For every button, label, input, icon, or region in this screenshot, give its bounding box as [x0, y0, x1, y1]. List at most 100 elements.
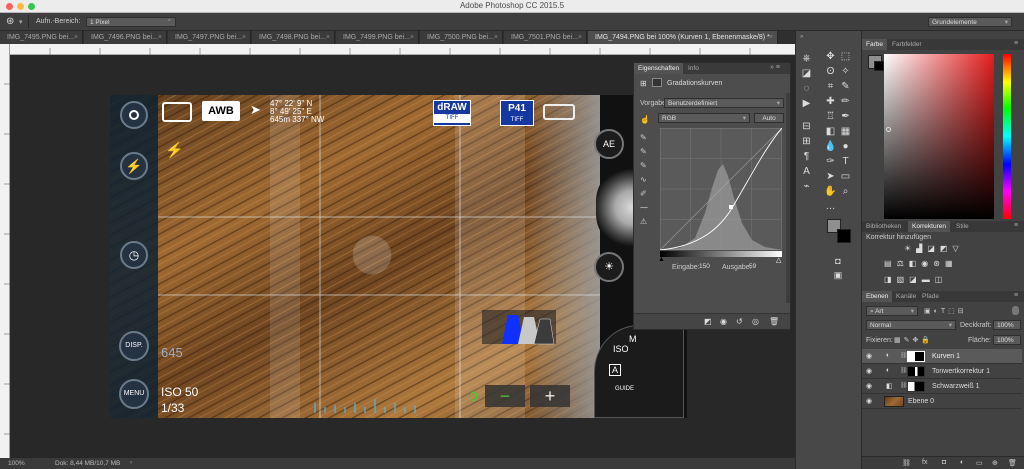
timer-button[interactable]: ◷	[120, 241, 148, 269]
chevron-right-icon[interactable]: ›	[130, 459, 132, 466]
hue-sat-icon[interactable]: ▤	[884, 259, 897, 268]
align-icon[interactable]: ⊞	[799, 134, 814, 149]
tab-properties[interactable]: Eigenschaften	[634, 63, 684, 74]
close-icon[interactable]: ×	[578, 31, 582, 44]
close-icon[interactable]: ×	[769, 31, 773, 44]
curves-adj-icon[interactable]: ◪	[927, 244, 940, 253]
zoom-tool-icon[interactable]: ⌕	[838, 184, 853, 199]
smart-filter-icon[interactable]: ⊟	[958, 308, 967, 315]
shape-tool-icon[interactable]: ▭	[838, 169, 853, 184]
close-icon[interactable]: ×	[242, 31, 246, 44]
add-mask-icon[interactable]: ◘	[942, 459, 946, 466]
mask-icon[interactable]	[652, 78, 662, 87]
quick-select-tool-icon[interactable]: ✧	[838, 64, 853, 79]
trash-icon[interactable]: 🗑	[769, 317, 779, 326]
gradient-tool-icon[interactable]: ▦	[838, 124, 853, 139]
exposure-plus-button[interactable]: +	[530, 385, 570, 407]
opacity-field[interactable]: 100%	[993, 320, 1021, 330]
tab-img-7498[interactable]: IMG_7498.PNG bei... ×	[252, 31, 335, 44]
levels-icon[interactable]: ▟	[916, 244, 927, 253]
color-sampler-icon[interactable]: ⊛	[6, 16, 14, 27]
layer-mask-thumbnail[interactable]	[907, 366, 925, 377]
crop-tool-icon[interactable]: ⌗	[823, 79, 838, 94]
layer-thumbnail[interactable]	[884, 396, 904, 407]
tab-adjustments[interactable]: Korrekturen	[908, 221, 950, 232]
layer-row-tonwert[interactable]: ◉ ◐ ⛓ Tonwertkorrektur 1	[862, 364, 1022, 379]
tab-color[interactable]: Farbe	[862, 39, 887, 50]
scrollbar[interactable]	[786, 93, 790, 303]
hue-slider[interactable]	[1003, 54, 1011, 219]
history-brush-tool-icon[interactable]: ✒	[838, 109, 853, 124]
color-field[interactable]	[884, 54, 994, 219]
panel-menu-icon[interactable]: ≡	[1014, 40, 1018, 47]
adjust-filter-icon[interactable]: ◐	[934, 308, 941, 315]
tab-img-7495[interactable]: IMG_7495.PNG bei... ×	[0, 31, 83, 44]
tab-layers[interactable]: Ebenen	[862, 291, 893, 302]
eye-icon[interactable]: ◉	[866, 352, 872, 360]
tab-swatches[interactable]: Farbfelder	[888, 39, 926, 50]
tab-img-7494-active[interactable]: IMG_7494.PNG bei 100% (Kurven 1, Ebenenm…	[588, 31, 778, 44]
white-point-slider[interactable]: △	[776, 256, 781, 264]
clipping-icon[interactable]: ⚠	[640, 215, 650, 229]
trash-icon[interactable]: 🗑	[1008, 459, 1017, 467]
tab-channels[interactable]: Kanäle	[892, 291, 920, 302]
tab-img-7497[interactable]: IMG_7497.PNG bei... ×	[168, 31, 251, 44]
history-icon[interactable]: ⎈	[799, 51, 814, 66]
blend-mode-select[interactable]: Normal ▾	[866, 320, 956, 330]
lock-all-icon[interactable]: 🔒	[921, 337, 933, 344]
new-group-icon[interactable]: ▭	[976, 459, 983, 467]
color-bg-swatch[interactable]	[874, 61, 884, 71]
tab-info[interactable]: Info	[684, 63, 703, 74]
lasso-tool-icon[interactable]: ʘ	[823, 64, 838, 79]
collapse-icon[interactable]: »	[800, 34, 803, 40]
layer-row-kurven[interactable]: ◉ ◐ ⛓ Kurven 1	[862, 349, 1022, 364]
lock-pixels-icon[interactable]: ▦	[894, 337, 904, 344]
gradient-map-icon[interactable]: ▬	[922, 275, 935, 284]
photo-filter-icon[interactable]: ◉	[921, 259, 933, 268]
navigator-icon[interactable]: ⊟	[799, 119, 814, 134]
pencil-icon[interactable]: ✐	[640, 187, 650, 201]
fill-field[interactable]: 100%	[993, 335, 1021, 345]
eyedropper-gray-icon[interactable]: ✎	[640, 145, 650, 159]
close-icon[interactable]: ×	[494, 31, 498, 44]
new-adjustment-icon[interactable]: ◐	[960, 459, 964, 466]
paragraph-icon[interactable]: ¶	[799, 149, 814, 164]
background-color-swatch[interactable]	[837, 229, 851, 243]
pixel-filter-icon[interactable]: ▣	[924, 308, 934, 315]
close-icon[interactable]: ×	[326, 31, 330, 44]
actions-icon[interactable]: ▶	[799, 96, 814, 111]
layer-style-icon[interactable]: fx	[922, 459, 927, 466]
layer-filter-select[interactable]: ⌕ Art ▾	[866, 306, 918, 316]
panel-menu-icon[interactable]: ≡	[1014, 292, 1018, 299]
brightness-icon[interactable]: ☀	[904, 244, 916, 253]
close-icon[interactable]: ×	[74, 31, 78, 44]
selective-color-icon[interactable]: ◫	[935, 275, 948, 284]
close-icon[interactable]: ×	[158, 31, 162, 44]
filter-toggle[interactable]	[1012, 306, 1019, 315]
eye-icon[interactable]: ◉	[866, 397, 872, 405]
reset-icon[interactable]: ↺	[736, 317, 743, 326]
move-tool-icon[interactable]: ✥	[823, 49, 838, 64]
tool-presets-icon[interactable]: ⌁	[799, 179, 814, 194]
eye-icon[interactable]: ◉	[866, 367, 872, 375]
character-icon[interactable]: ◪	[799, 66, 814, 81]
stamp-tool-icon[interactable]: ♖	[823, 109, 838, 124]
clip-to-layer-icon[interactable]: ◩	[704, 317, 712, 326]
eyedropper-tool-icon[interactable]: ✎	[838, 79, 853, 94]
curves-graph[interactable]	[660, 128, 782, 250]
tab-img-7496[interactable]: IMG_7496.PNG bei... ×	[84, 31, 167, 44]
panel-menu-icon[interactable]: » ≡	[770, 64, 780, 71]
curve-point-icon[interactable]: ∿	[640, 173, 650, 187]
mode-dial[interactable]: ISO M A GUIDE	[594, 325, 684, 418]
invert-icon[interactable]: ◨	[884, 275, 897, 284]
disp-button[interactable]: DISP.	[119, 331, 149, 361]
flash-button[interactable]: ⚡	[120, 152, 148, 180]
sample-area-select[interactable]: 1 Pixel ⌃	[86, 17, 176, 27]
input-value[interactable]: 150	[696, 262, 718, 272]
pen-tool-icon[interactable]: ✑	[823, 154, 838, 169]
menu-button[interactable]: MENU	[119, 379, 149, 409]
channel-mixer-icon[interactable]: ⊛	[933, 259, 945, 268]
posterize-icon[interactable]: ▧	[897, 275, 910, 284]
output-value[interactable]: 59	[746, 262, 768, 272]
tab-img-7500[interactable]: IMG_7500.PNG bei... ×	[420, 31, 503, 44]
